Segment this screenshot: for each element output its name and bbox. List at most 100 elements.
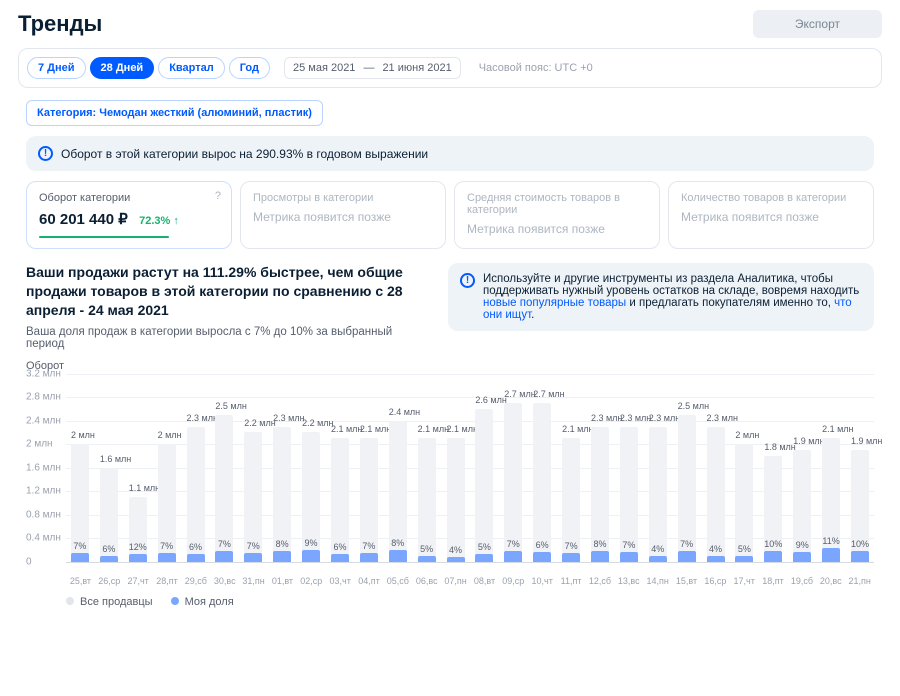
xtick-label: 16,ср xyxy=(701,576,730,586)
turnover-chart: Оборот 00.4 млн0.8 млн1.2 млн1.6 млн2 мл… xyxy=(26,360,874,586)
link-popular-goods[interactable]: новые популярные товары xyxy=(483,297,626,309)
date-range[interactable]: 25 мая 2021 — 21 июня 2021 xyxy=(284,57,461,79)
metric-count[interactable]: Количество товаров в категории Метрика п… xyxy=(668,181,874,249)
bar-share-label: 4% xyxy=(651,544,664,554)
bar-share-label: 8% xyxy=(276,539,289,549)
xtick-label: 25,вт xyxy=(66,576,95,586)
page-title: Тренды xyxy=(18,11,102,37)
info-icon: ! xyxy=(38,146,53,161)
bar-value-label: 1.9 млн xyxy=(851,436,882,446)
metric-avg-price[interactable]: Средняя стоимость товаров в категории Ме… xyxy=(454,181,660,249)
bar-col: 2.1 млн11% xyxy=(817,374,845,562)
bar-col: 2.1 млн4% xyxy=(442,374,470,562)
bar-col: 2 млн 7% xyxy=(153,374,181,562)
bar-value-label: 2 млн xyxy=(158,430,182,440)
xtick-label: 07,пн xyxy=(441,576,470,586)
bar-share-label: 9% xyxy=(796,540,809,550)
bar-col: 2.1 млн5% xyxy=(413,374,441,562)
bar-share-label: 4% xyxy=(449,545,462,555)
period-panel: 7 Дней28 ДнейКварталГод 25 мая 2021 — 21… xyxy=(18,48,882,88)
bar-share-label: 6% xyxy=(189,542,202,552)
bar-col: 2.6 млн5% xyxy=(470,374,498,562)
xtick-label: 18,пт xyxy=(759,576,788,586)
legend-dot-mine xyxy=(171,597,179,605)
export-button[interactable]: Экспорт xyxy=(753,10,882,38)
bar-share-label: 7% xyxy=(73,541,86,551)
bar-share-label: 5% xyxy=(478,542,491,552)
bar-col: 2.3 млн4% xyxy=(702,374,730,562)
bar-col: 1.9 млн9% xyxy=(788,374,816,562)
bar-share-label: 7% xyxy=(507,539,520,549)
xtick-label: 28,пт xyxy=(153,576,182,586)
xtick-label: 17,чт xyxy=(730,576,759,586)
bar-col: 2.4 млн8% xyxy=(384,374,412,562)
bar-share-label: 7% xyxy=(218,539,231,549)
period-tab-2[interactable]: Квартал xyxy=(158,57,225,79)
xtick-label: 13,вс xyxy=(614,576,643,586)
xtick-label: 21,пн xyxy=(845,576,874,586)
bar-col: 2.1 млн7% xyxy=(557,374,585,562)
bar-share-label: 5% xyxy=(738,544,751,554)
period-tab-1[interactable]: 28 Дней xyxy=(90,57,155,79)
xtick-label: 20,вс xyxy=(816,576,845,586)
bar-col: 2.2 млн9% xyxy=(297,374,325,562)
xtick-label: 29,сб xyxy=(181,576,210,586)
bar-share-label: 7% xyxy=(247,541,260,551)
lead-heading: Ваши продажи растут на 111.29% быстрее, … xyxy=(26,263,428,320)
xtick-label: 09,ср xyxy=(499,576,528,586)
xtick-label: 03,чт xyxy=(326,576,355,586)
xtick-label: 30,вс xyxy=(210,576,239,586)
xtick-label: 31,пн xyxy=(239,576,268,586)
ytick-label: 1.2 млн xyxy=(26,486,62,497)
bar-col: 2.2 млн7% xyxy=(239,374,267,562)
ytick-label: 0 xyxy=(26,556,62,567)
xtick-label: 12,сб xyxy=(585,576,614,586)
bar-col: 1.9 млн10% xyxy=(846,374,874,562)
bar-share-label: 8% xyxy=(593,539,606,549)
bar-share-label: 9% xyxy=(305,538,318,548)
xtick-label: 14,пн xyxy=(643,576,672,586)
bar-share-label: 6% xyxy=(536,540,549,550)
bar-share-label: 4% xyxy=(709,544,722,554)
delta-up: 72.3% ↑ xyxy=(139,215,179,227)
bar-col: 1.6 млн6% xyxy=(95,374,123,562)
metric-turnover[interactable]: Оборот категории ? 60 201 440 ₽ 72.3% ↑ xyxy=(26,181,232,249)
ytick-label: 0.8 млн xyxy=(26,509,62,520)
bar-col: 2.1 млн7% xyxy=(355,374,383,562)
bar-col: 2.5 млн7% xyxy=(673,374,701,562)
bar-col: 2.3 млн7% xyxy=(615,374,643,562)
ytick-label: 3.2 млн xyxy=(26,368,62,379)
period-tab-0[interactable]: 7 Дней xyxy=(27,57,86,79)
legend-dot-all xyxy=(66,597,74,605)
bar-share-label: 7% xyxy=(362,541,375,551)
bar-share-label: 7% xyxy=(565,541,578,551)
bar-col: 2.3 млн4% xyxy=(644,374,672,562)
category-chip[interactable]: Категория: Чемодан жесткий (алюминий, пл… xyxy=(26,100,323,126)
period-tab-3[interactable]: Год xyxy=(229,57,270,79)
xtick-label: 11,пт xyxy=(557,576,586,586)
xtick-label: 01,вт xyxy=(268,576,297,586)
metric-views[interactable]: Просмотры в категории Метрика появится п… xyxy=(240,181,446,249)
bar-col: 2.7 млн6% xyxy=(528,374,556,562)
bar-share-label: 12% xyxy=(129,542,147,552)
xtick-label: 02,ср xyxy=(297,576,326,586)
bar-col: 2.5 млн7% xyxy=(210,374,238,562)
bar-col: 2.7 млн7% xyxy=(499,374,527,562)
bar-share-label: 6% xyxy=(102,544,115,554)
period-tabs: 7 Дней28 ДнейКварталГод xyxy=(27,57,270,79)
xtick-label: 05,сб xyxy=(383,576,412,586)
help-icon[interactable]: ? xyxy=(215,190,221,202)
xtick-label: 08,вт xyxy=(470,576,499,586)
bar-share-label: 7% xyxy=(160,541,173,551)
date-to: 21 июня 2021 xyxy=(382,62,451,74)
ytick-label: 2 млн xyxy=(26,439,62,450)
bar-col: 2.3 млн8% xyxy=(586,374,614,562)
lead-sub: Ваша доля продаж в категории выросла с 7… xyxy=(26,326,428,350)
bar-share-label: 5% xyxy=(420,544,433,554)
chart-legend: Все продавцы Моя доля xyxy=(66,596,874,608)
bar-col: 2 млн7% xyxy=(66,374,94,562)
bar-share-label: 7% xyxy=(680,539,693,549)
bar-share-label: 10% xyxy=(851,539,869,549)
timezone-label: Часовой пояс: UTC +0 xyxy=(479,62,593,74)
xtick-label: 04,пт xyxy=(355,576,384,586)
